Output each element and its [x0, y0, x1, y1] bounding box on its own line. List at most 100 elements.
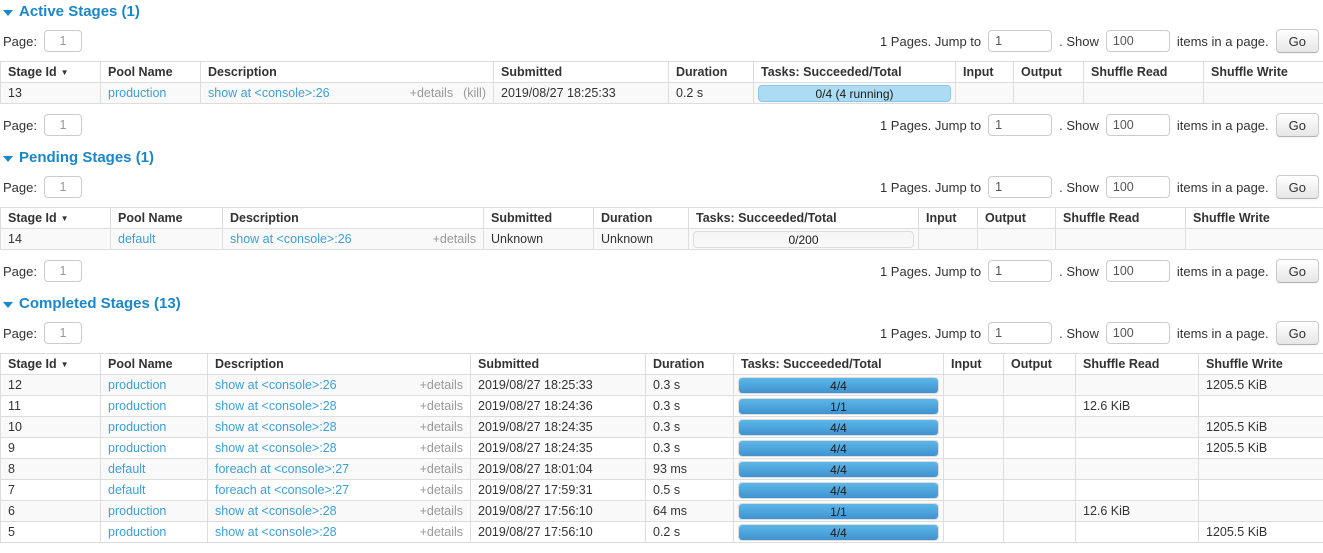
description-link[interactable]: foreach at <console>:27 — [215, 462, 349, 476]
column-header-input[interactable]: Input — [956, 62, 1014, 83]
page-number-input[interactable] — [44, 322, 82, 344]
cell-duration: 0.3 s — [646, 396, 734, 417]
pool-name-link[interactable]: production — [108, 525, 166, 539]
items-per-page-input[interactable] — [1106, 30, 1170, 52]
description-link[interactable]: show at <console>:28 — [215, 525, 337, 539]
column-header-output[interactable]: Output — [1014, 62, 1084, 83]
pool-name-link[interactable]: production — [108, 420, 166, 434]
column-header-stage-id[interactable]: Stage Id▼ — [1, 62, 101, 83]
column-label: Submitted — [501, 65, 562, 79]
jump-to-page-input[interactable] — [988, 30, 1052, 52]
description-link[interactable]: show at <console>:28 — [215, 504, 337, 518]
jump-to-page-input[interactable] — [988, 114, 1052, 136]
details-toggle[interactable]: +details — [420, 525, 463, 539]
description-link[interactable]: foreach at <console>:27 — [215, 483, 349, 497]
column-header-tasks-succeeded-total[interactable]: Tasks: Succeeded/Total — [734, 354, 944, 375]
pool-name-link[interactable]: default — [108, 483, 146, 497]
details-toggle[interactable]: +details — [420, 441, 463, 455]
pool-name-link[interactable]: default — [108, 462, 146, 476]
go-button[interactable]: Go — [1276, 175, 1319, 199]
tasks-progress-label: 1/1 — [739, 504, 938, 519]
description-content: show at <console>:28 +details — [215, 399, 463, 413]
items-per-page-input[interactable] — [1106, 260, 1170, 282]
go-button[interactable]: Go — [1276, 29, 1319, 53]
column-header-output[interactable]: Output — [978, 208, 1056, 229]
column-header-duration[interactable]: Duration — [594, 208, 689, 229]
cell-description: show at <console>:26 +details — [223, 229, 484, 250]
go-button[interactable]: Go — [1276, 259, 1319, 283]
completed-stages-table-container: Stage Id▼Pool NameDescriptionSubmittedDu… — [0, 353, 1323, 543]
pagination-bar: Page: 1 Pages. Jump to . Show items in a… — [3, 113, 1319, 137]
details-toggle[interactable]: +details — [410, 86, 453, 100]
column-header-description[interactable]: Description — [201, 62, 494, 83]
pool-name-link[interactable]: production — [108, 441, 166, 455]
column-header-shuffle-write[interactable]: Shuffle Write — [1204, 62, 1323, 83]
go-button[interactable]: Go — [1276, 113, 1319, 137]
jump-to-page-input[interactable] — [988, 260, 1052, 282]
active-stages-header[interactable]: Active Stages (1) — [3, 3, 1323, 20]
description-link[interactable]: show at <console>:28 — [215, 420, 337, 434]
column-header-tasks-succeeded-total[interactable]: Tasks: Succeeded/Total — [689, 208, 919, 229]
cell-submitted: 2019/08/27 17:59:31 — [471, 480, 646, 501]
description-link[interactable]: show at <console>:26 — [230, 232, 352, 246]
details-toggle[interactable]: +details — [433, 232, 476, 246]
column-header-input[interactable]: Input — [919, 208, 978, 229]
column-header-description[interactable]: Description — [223, 208, 484, 229]
pool-name-link[interactable]: production — [108, 378, 166, 392]
items-per-page-input[interactable] — [1106, 176, 1170, 198]
column-header-shuffle-read[interactable]: Shuffle Read — [1084, 62, 1204, 83]
column-header-submitted[interactable]: Submitted — [471, 354, 646, 375]
page-number-input[interactable] — [44, 30, 82, 52]
tasks-progress-bar: 4/4 — [738, 440, 939, 457]
column-header-shuffle-read[interactable]: Shuffle Read — [1076, 354, 1199, 375]
column-header-stage-id[interactable]: Stage Id▼ — [1, 208, 111, 229]
column-header-shuffle-write[interactable]: Shuffle Write — [1186, 208, 1323, 229]
pool-name-link[interactable]: production — [108, 86, 166, 100]
stage-row: 10productionshow at <console>:28+details… — [1, 417, 1323, 438]
column-header-duration[interactable]: Duration — [646, 354, 734, 375]
page-number-input[interactable] — [44, 176, 82, 198]
page-number-input[interactable] — [44, 114, 82, 136]
column-header-pool-name[interactable]: Pool Name — [101, 354, 208, 375]
description-link[interactable]: show at <console>:28 — [215, 441, 337, 455]
description-link[interactable]: show at <console>:26 — [208, 86, 330, 100]
details-toggle[interactable]: +details — [420, 504, 463, 518]
pool-name-link[interactable]: production — [108, 399, 166, 413]
details-toggle[interactable]: +details — [420, 483, 463, 497]
column-header-pool-name[interactable]: Pool Name — [101, 62, 201, 83]
items-per-page-input[interactable] — [1106, 114, 1170, 136]
items-per-page-input[interactable] — [1106, 322, 1170, 344]
column-header-tasks-succeeded-total[interactable]: Tasks: Succeeded/Total — [754, 62, 956, 83]
pending-stages-header[interactable]: Pending Stages (1) — [3, 149, 1323, 166]
page-control: Page: — [3, 176, 82, 198]
cell-input — [944, 501, 1004, 522]
column-header-shuffle-read[interactable]: Shuffle Read — [1056, 208, 1186, 229]
column-header-input[interactable]: Input — [944, 354, 1004, 375]
pool-name-link[interactable]: production — [108, 504, 166, 518]
column-header-shuffle-write[interactable]: Shuffle Write — [1199, 354, 1323, 375]
jump-to-page-input[interactable] — [988, 176, 1052, 198]
column-header-pool-name[interactable]: Pool Name — [111, 208, 223, 229]
details-toggle[interactable]: +details — [420, 378, 463, 392]
go-button[interactable]: Go — [1276, 321, 1319, 345]
column-header-stage-id[interactable]: Stage Id▼ — [1, 354, 101, 375]
column-label: Description — [230, 211, 299, 225]
jump-to-page-input[interactable] — [988, 322, 1052, 344]
kill-link[interactable]: (kill) — [463, 86, 486, 100]
column-header-submitted[interactable]: Submitted — [484, 208, 594, 229]
page-jump-controls: 1 Pages. Jump to . Show items in a page.… — [880, 29, 1319, 53]
details-toggle[interactable]: +details — [420, 462, 463, 476]
column-header-duration[interactable]: Duration — [669, 62, 754, 83]
column-header-output[interactable]: Output — [1004, 354, 1076, 375]
stage-row: 12productionshow at <console>:26+details… — [1, 375, 1323, 396]
column-header-submitted[interactable]: Submitted — [494, 62, 669, 83]
cell-shuffle-read — [1076, 375, 1199, 396]
details-toggle[interactable]: +details — [420, 399, 463, 413]
description-link[interactable]: show at <console>:28 — [215, 399, 337, 413]
pool-name-link[interactable]: default — [118, 232, 156, 246]
page-number-input[interactable] — [44, 260, 82, 282]
completed-stages-header[interactable]: Completed Stages (13) — [3, 295, 1323, 312]
description-link[interactable]: show at <console>:26 — [215, 378, 337, 392]
details-toggle[interactable]: +details — [420, 420, 463, 434]
column-header-description[interactable]: Description — [208, 354, 471, 375]
